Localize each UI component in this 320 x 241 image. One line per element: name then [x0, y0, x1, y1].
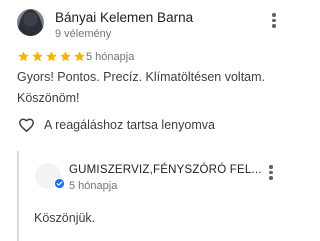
- more-vert-icon: [263, 165, 279, 180]
- owner-name[interactable]: GUMISZERVIZ,FÉNYSZÓRÓ FEL...: [69, 164, 262, 176]
- more-vert-icon: [266, 13, 282, 28]
- review-date: 5 hónapja: [86, 51, 135, 63]
- owner-reply-date: 5 hónapja: [69, 180, 118, 192]
- star-icon: [74, 51, 85, 62]
- like-label[interactable]: A reagáláshoz tartsa lenyomva: [44, 118, 215, 132]
- review-text: Gyors! Pontos. Precíz. Klímatöltésen vol…: [17, 70, 266, 105]
- star-icon: [60, 51, 71, 62]
- reply-divider: [17, 151, 19, 241]
- review-more-options-button[interactable]: [266, 11, 282, 31]
- reviewer-avatar[interactable]: [17, 9, 44, 36]
- star-icon: [46, 51, 57, 62]
- star-rating: [17, 50, 86, 64]
- star-icon: [32, 51, 43, 62]
- reviewer-name[interactable]: Bányai Kelemen Barna: [55, 10, 193, 25]
- star-icon: [18, 51, 29, 62]
- heart-outline-icon: [19, 118, 34, 132]
- owner-reply-more-options-button[interactable]: [263, 163, 279, 183]
- like-button[interactable]: [17, 115, 36, 135]
- verified-check-icon: [54, 178, 65, 189]
- owner-reply-text: Köszönjük.: [34, 211, 96, 225]
- reviewer-review-count: 9 vélemény: [55, 28, 112, 40]
